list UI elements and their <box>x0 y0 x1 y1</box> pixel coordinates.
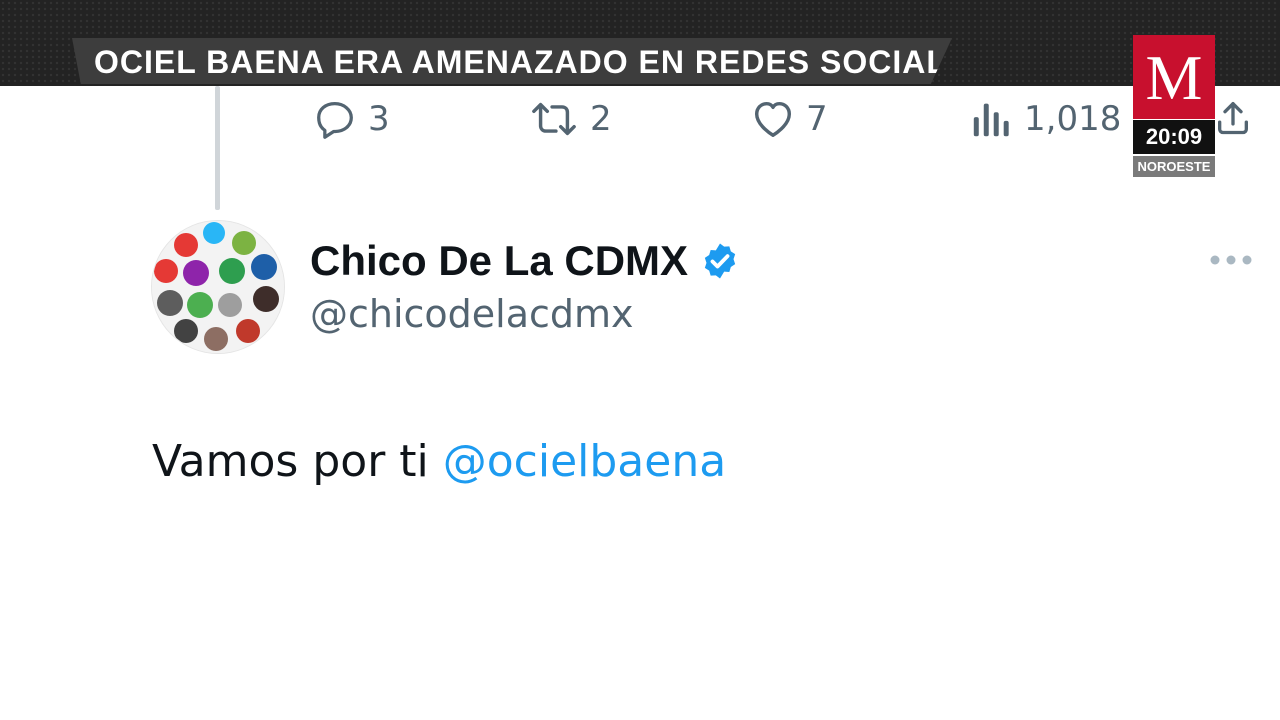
tweet-body: Vamos por ti @ocielbaena <box>152 436 726 487</box>
reply-icon <box>312 96 358 142</box>
broadcast-clock: 20:09 <box>1133 120 1215 154</box>
headline-text: OCIEL BAENA ERA AMENAZADO EN REDES SOCIA… <box>94 44 992 80</box>
avatar[interactable] <box>152 221 284 353</box>
author-handle[interactable]: @chicodelacdmx <box>310 292 634 336</box>
verified-badge-icon <box>700 241 740 281</box>
like-icon <box>750 96 796 142</box>
retweet-icon <box>528 96 580 142</box>
like-count: 7 <box>806 99 828 139</box>
views-icon <box>970 96 1014 142</box>
channel-logo: M <box>1133 35 1215 119</box>
author-name-row[interactable]: Chico De La CDMX <box>310 234 740 288</box>
region-label: NOROESTE <box>1133 156 1215 177</box>
more-options-icon[interactable] <box>1209 249 1253 271</box>
reply-button[interactable]: 3 <box>312 96 390 142</box>
author-display-name[interactable]: Chico De La CDMX <box>310 237 688 285</box>
tweet-text: Vamos por ti <box>152 436 443 487</box>
views-count: 1,018 <box>1024 99 1122 139</box>
retweet-button[interactable]: 2 <box>528 96 612 142</box>
headline-banner: OCIEL BAENA ERA AMENAZADO EN REDES SOCIA… <box>72 38 952 84</box>
mention-link[interactable]: @ocielbaena <box>443 436 726 487</box>
share-icon[interactable] <box>1213 98 1253 138</box>
thread-line <box>215 86 220 210</box>
like-button[interactable]: 7 <box>750 96 828 142</box>
retweet-count: 2 <box>590 99 612 139</box>
reply-count: 3 <box>368 99 390 139</box>
views-button[interactable]: 1,018 <box>970 96 1121 142</box>
